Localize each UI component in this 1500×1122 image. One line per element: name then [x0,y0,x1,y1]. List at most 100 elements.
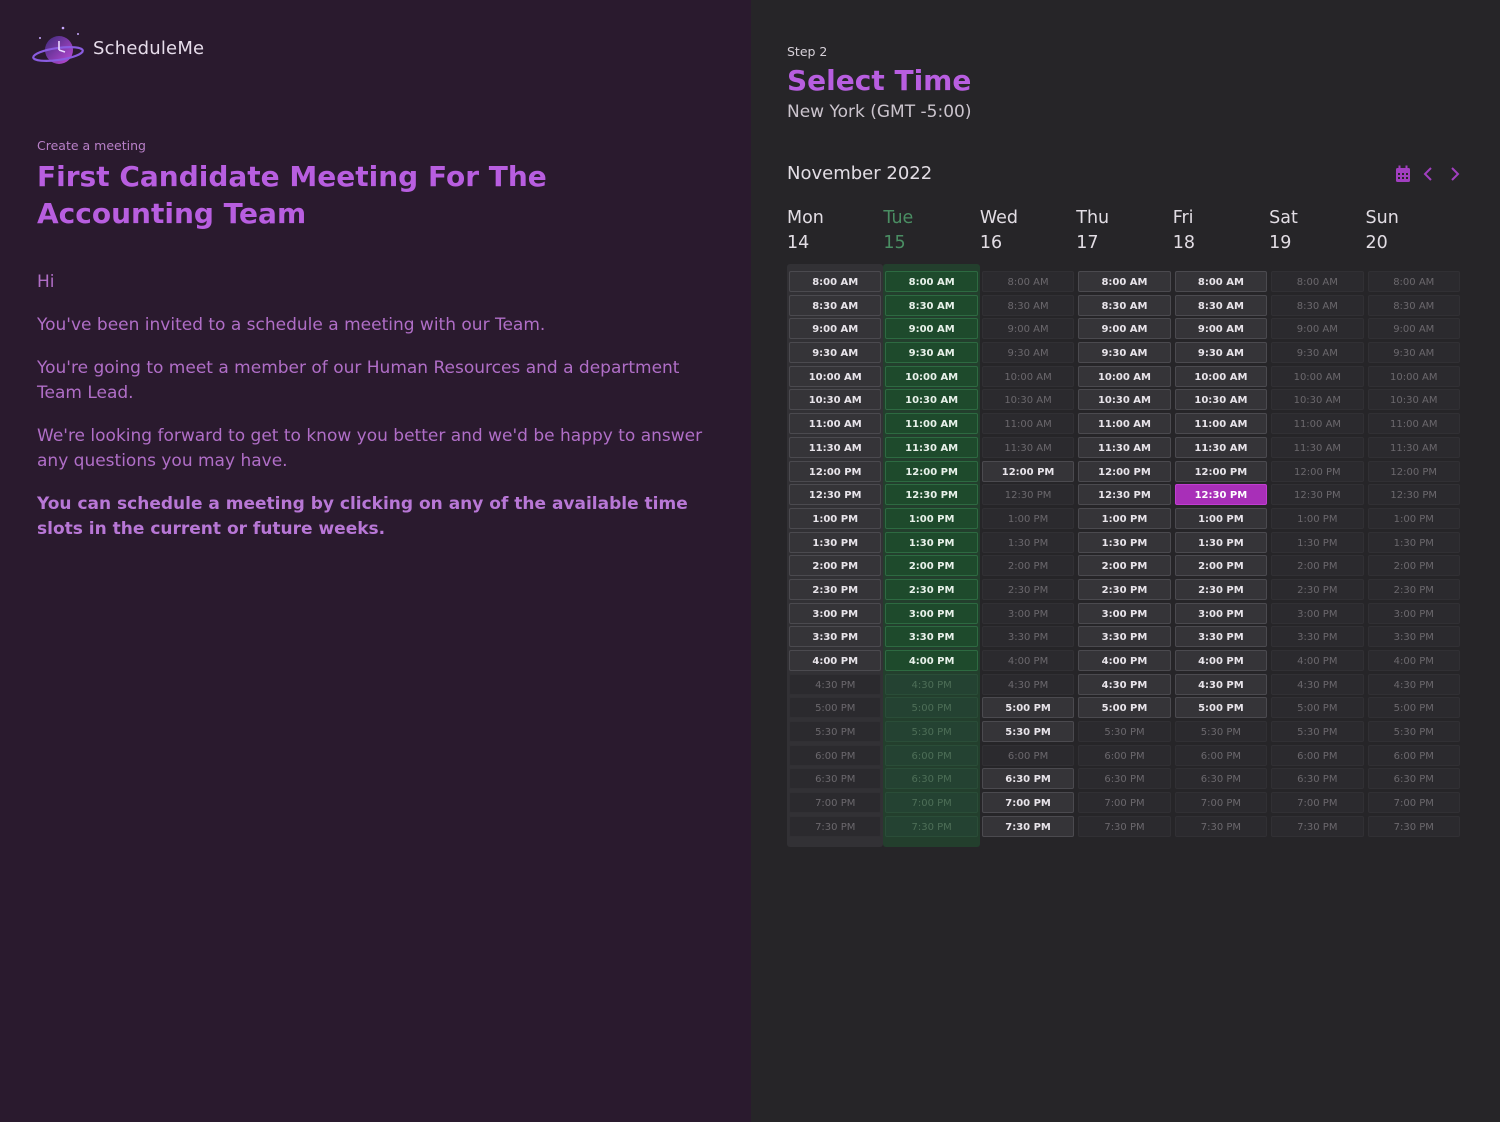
time-slot[interactable]: 8:00 AM [885,271,978,292]
time-slot[interactable]: 11:30 AM [789,436,882,458]
time-slot[interactable]: 4:30 PM [1078,673,1171,695]
time-slot[interactable]: 1:30 PM [1174,531,1268,553]
time-slot[interactable]: 10:30 AM [789,389,882,411]
time-slot[interactable]: 3:30 PM [1078,626,1171,648]
time-slot[interactable]: 12:00 PM [1174,460,1268,482]
time-slot[interactable]: 5:00 PM [1078,697,1171,719]
time-slot[interactable]: 5:00 PM [981,697,1075,719]
time-slot[interactable]: 9:00 AM [885,318,978,340]
time-slot-unavailable: 7:00 PM [1271,792,1364,814]
time-slot-unavailable: 9:00 AM [1367,318,1460,340]
time-slot[interactable]: 9:00 AM [1174,318,1268,340]
time-slot[interactable]: 1:30 PM [1078,531,1171,553]
time-slot[interactable]: 12:00 PM [981,460,1075,482]
day-header-thu: Thu 17 [1076,206,1172,256]
time-slot[interactable]: 4:00 PM [1174,650,1268,671]
time-slot[interactable]: 8:00 AM [1174,271,1268,292]
time-slot[interactable]: 12:00 PM [1078,460,1171,482]
time-slot[interactable]: 10:00 AM [1078,365,1171,387]
time-slot-unavailable: 11:30 AM [1367,436,1460,458]
time-slot-unavailable: 8:30 AM [1367,294,1460,316]
time-slot[interactable]: 3:00 PM [1174,602,1268,624]
time-slot-unavailable: 6:30 PM [789,768,882,790]
time-slot[interactable]: 12:00 PM [885,460,978,482]
time-slot[interactable]: 8:30 AM [1078,294,1171,316]
time-slot[interactable]: 9:00 AM [1078,318,1171,340]
time-slot-unavailable: 6:00 PM [885,744,978,766]
time-slot[interactable]: 3:30 PM [789,626,882,648]
time-slot[interactable]: 2:00 PM [789,555,882,577]
time-slot[interactable]: 8:30 AM [885,294,978,316]
time-slot[interactable]: 2:30 PM [1078,578,1171,600]
timezone-label[interactable]: New York (GMT -5:00) [787,102,971,122]
time-slot-selected[interactable]: 12:30 PM [1174,484,1268,506]
time-slot[interactable]: 11:00 AM [1174,413,1268,435]
time-slot[interactable]: 10:00 AM [1174,365,1268,387]
time-slot[interactable]: 10:30 AM [1174,389,1268,411]
time-slot[interactable]: 10:30 AM [885,389,978,411]
chevron-left-icon[interactable] [1421,165,1437,183]
time-slot[interactable]: 11:30 AM [1078,436,1171,458]
time-slot[interactable]: 4:00 PM [1078,650,1171,671]
time-slot[interactable]: 5:00 PM [1174,697,1268,719]
time-slot[interactable]: 2:30 PM [885,578,978,600]
time-slot[interactable]: 4:30 PM [1174,673,1268,695]
time-slot[interactable]: 1:00 PM [1174,507,1268,529]
calendar-icon[interactable] [1395,165,1411,183]
time-slot[interactable]: 11:30 AM [885,436,978,458]
time-slot[interactable]: 12:30 PM [885,484,978,506]
time-slot-unavailable: 4:30 PM [981,673,1075,695]
time-slot-unavailable: 7:30 PM [789,815,882,837]
time-slot[interactable]: 3:00 PM [885,602,978,624]
day-column-fri: 8:00 AM 8:30 AM 9:00 AM 9:30 AM 10:00 AM 10:3… [1173,264,1269,847]
time-slot[interactable]: 10:00 AM [789,365,882,387]
time-slot-unavailable: 6:30 PM [1078,768,1171,790]
app-logo[interactable]: ScheduleMe [30,24,204,72]
time-slot[interactable]: 12:30 PM [1078,484,1171,506]
time-slot[interactable]: 8:30 AM [789,294,882,316]
time-slot-unavailable: 12:30 PM [1367,484,1460,506]
time-slot[interactable]: 11:30 AM [1174,436,1268,458]
time-slot[interactable]: 1:00 PM [885,507,978,529]
time-slot[interactable]: 9:30 AM [885,342,978,364]
time-slot[interactable]: 8:30 AM [1174,294,1268,316]
time-slot[interactable]: 9:30 AM [789,342,882,364]
time-slot[interactable]: 5:30 PM [981,721,1075,743]
time-slot[interactable]: 3:30 PM [1174,626,1268,648]
time-slot[interactable]: 8:00 AM [1078,271,1171,292]
time-slot[interactable]: 4:00 PM [885,650,978,671]
time-slot[interactable]: 3:00 PM [1078,602,1171,624]
time-slot[interactable]: 12:30 PM [789,484,882,506]
time-slot[interactable]: 11:00 AM [885,413,978,435]
time-slot[interactable]: 10:00 AM [885,365,978,387]
meeting-title: First Candidate Meeting For The Accounti… [37,160,547,230]
time-slot[interactable]: 7:30 PM [981,815,1075,837]
time-slot[interactable]: 2:00 PM [885,555,978,577]
time-slot-unavailable: 12:00 PM [1271,460,1364,482]
time-slot[interactable]: 7:00 PM [981,792,1075,814]
time-slot[interactable]: 8:00 AM [789,271,882,292]
time-slot[interactable]: 1:30 PM [789,531,882,553]
time-slot[interactable]: 11:00 AM [789,413,882,435]
time-slot-unavailable: 7:00 PM [1367,792,1460,814]
day-name: Wed [979,208,1018,228]
time-slot[interactable]: 2:00 PM [1174,555,1268,577]
time-slot[interactable]: 11:00 AM [1078,413,1171,435]
time-slot[interactable]: 1:00 PM [789,507,882,529]
time-slot[interactable]: 1:30 PM [885,531,978,553]
time-slot[interactable]: 3:30 PM [885,626,978,648]
time-slot[interactable]: 2:30 PM [789,578,882,600]
time-slot[interactable]: 6:30 PM [981,768,1075,790]
time-slot[interactable]: 1:00 PM [1078,507,1171,529]
time-slot[interactable]: 4:00 PM [789,650,882,671]
time-slot[interactable]: 9:30 AM [1174,342,1268,364]
time-slot[interactable]: 2:30 PM [1174,578,1268,600]
time-slot[interactable]: 3:00 PM [789,602,882,624]
time-slot[interactable]: 9:00 AM [789,318,882,340]
time-slot-unavailable: 9:30 AM [1367,342,1460,364]
time-slot[interactable]: 9:30 AM [1078,342,1171,364]
time-slot[interactable]: 10:30 AM [1078,389,1171,411]
time-slot[interactable]: 2:00 PM [1078,555,1171,577]
time-slot[interactable]: 12:00 PM [789,460,882,482]
chevron-right-icon[interactable] [1447,165,1463,183]
